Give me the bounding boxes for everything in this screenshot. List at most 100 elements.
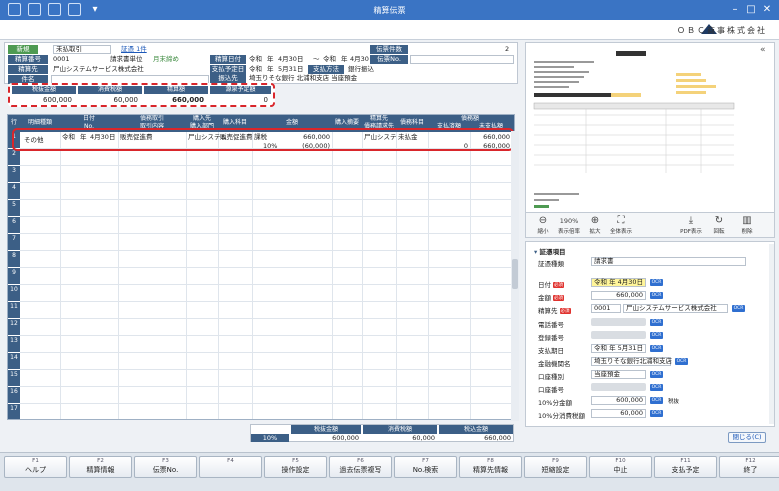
acct-type-label: 口座種別 — [538, 373, 564, 381]
row-number: 2 — [8, 149, 20, 165]
pdf-view-button[interactable]: ⤓ PDF表示 — [676, 215, 706, 235]
pay-date-input[interactable]: 令和 年 5月31日 — [591, 344, 646, 353]
fit-page-button[interactable]: ⛶ 全体表示 — [606, 215, 636, 235]
fkey-f7-button[interactable]: F7 No.検索 — [394, 456, 457, 478]
attachment-link[interactable]: 証憑 1件 — [121, 45, 147, 54]
date-label: 日付 必須 — [538, 281, 564, 289]
minimize-icon[interactable]: – — [728, 3, 742, 17]
reg-number-input[interactable] — [591, 331, 646, 339]
date-from-input[interactable]: 4月30日 — [278, 55, 303, 64]
delete-button[interactable]: ▥ 削除 — [732, 215, 762, 235]
title-bar: ▾ 精算伝票 – □ ✕ — [0, 0, 779, 20]
column-divider — [118, 132, 119, 419]
grid-scrollbar[interactable] — [511, 131, 519, 421]
fkey-f8-button[interactable]: F8 精算先情報 — [459, 456, 522, 478]
fkey-f11-button[interactable]: F11 支払予定 — [654, 456, 717, 478]
reg-number-label: 登録番号 — [538, 334, 564, 342]
row-divider — [20, 233, 514, 234]
row-divider — [20, 301, 514, 302]
acct-type-select[interactable]: 当座預金 — [591, 370, 646, 379]
voucher-count-label: 伝票件数 — [370, 45, 408, 54]
row-number: 6 — [8, 217, 20, 233]
total-value: 600,000 — [43, 96, 72, 104]
date-input[interactable]: 令和 年 4月30日 — [591, 278, 646, 287]
highlight-row-box — [12, 128, 514, 151]
rotate-button[interactable]: ↻ 回転 — [704, 215, 734, 235]
voucher-no-input[interactable] — [410, 55, 514, 64]
payee-code-input[interactable]: 0001 — [591, 304, 621, 313]
close-button[interactable]: 閉じる(C) — [728, 432, 766, 443]
pay-method-value[interactable]: 銀行振込 — [348, 65, 374, 74]
bank-input[interactable]: 埼玉りそな銀行北浦和支店 — [591, 357, 672, 366]
pay-type-select[interactable]: 未払取引 — [53, 45, 111, 54]
col-header: 消費税額 — [363, 425, 437, 434]
column-divider — [332, 132, 333, 419]
acct-no-label: 口座番号 — [538, 386, 564, 394]
doc-type-select[interactable]: 請求書 — [591, 257, 746, 266]
seisan-saki-value[interactable]: 尸山システムサービス株式会社 — [53, 65, 144, 74]
fkey-f2-button[interactable]: F2 精算情報 — [69, 456, 132, 478]
row-divider — [20, 403, 514, 404]
ocr-badge: OCR — [675, 358, 688, 365]
amt10-input[interactable]: 600,000 — [591, 396, 646, 405]
window-title: 精算伝票 — [373, 6, 406, 15]
row-number: 17 — [8, 404, 20, 419]
fkey-f9-button[interactable]: F9 短縮設定 — [524, 456, 587, 478]
total-header: 源泉予定額 — [210, 86, 271, 94]
ocr-badge: OCR — [650, 371, 663, 378]
fkey-f1-button[interactable]: F1 ヘルプ — [4, 456, 67, 478]
column-divider — [470, 132, 471, 419]
detail-grid[interactable]: 行 明細種類 日付 No. 債務取引 取引内容 購入先 購入部門 購入科目 金額… — [7, 114, 515, 420]
col-header: 金額 — [285, 119, 298, 126]
col-header: 債務取引 — [139, 115, 164, 122]
panel-scrollbar[interactable] — [769, 244, 774, 424]
gross-total: 660,000 — [484, 434, 511, 442]
fkey-f6-button[interactable]: F6 過去伝票複写 — [329, 456, 392, 478]
acct-no-input[interactable] — [591, 383, 646, 391]
section-title[interactable]: ▾ 証憑項目 — [534, 246, 566, 256]
era-text: 令和 — [249, 65, 262, 73]
row-number: 5 — [8, 200, 20, 216]
collapse-icon[interactable]: « — [760, 45, 772, 57]
pay-date-label: 支払予定日 — [210, 65, 246, 74]
voucher-header-form: 新規 未払取引 証憑 1件 精算番号 0001 請求書単位 月末締め 精算先 尸… — [4, 42, 518, 84]
bank-label: 金融機関名 — [538, 360, 571, 368]
maximize-icon[interactable]: □ — [744, 3, 758, 17]
fkey-f3-button[interactable]: F3 伝票No. — [134, 456, 197, 478]
fkey-f4-button[interactable]: F4 — [199, 456, 262, 478]
seisan-number-label: 精算番号 — [8, 55, 48, 64]
tax10-label: 10%分消費税額 — [538, 412, 585, 420]
amt10-label: 10%分金額 — [538, 399, 572, 407]
close-icon[interactable]: ✕ — [760, 3, 774, 17]
pay-date-input[interactable]: 5月31日 — [278, 65, 303, 74]
row-number: 10 — [8, 285, 20, 301]
column-divider — [60, 132, 61, 419]
row-number: 12 — [8, 319, 20, 335]
ocr-badge: OCR — [650, 397, 663, 404]
net-total: 600,000 — [332, 434, 359, 442]
fkey-f10-button[interactable]: F10 中止 — [589, 456, 652, 478]
amount-input[interactable]: 660,000 — [591, 291, 646, 300]
col-header: 精算先 — [369, 115, 388, 122]
fkey-f5-button[interactable]: F5 操作設定 — [264, 456, 327, 478]
document-preview[interactable]: « — [525, 42, 775, 237]
tax-total: 60,000 — [412, 434, 435, 442]
row-divider — [20, 335, 514, 336]
era-text: 令和 — [323, 55, 336, 63]
row-divider — [20, 182, 514, 183]
function-key-bar: F1 ヘルプ F2 精算情報 F3 伝票No. F4 F5 操作設定 F6 過去伝票複写 F7 No.検… — [0, 452, 779, 491]
scroll-thumb[interactable] — [512, 259, 518, 289]
column-divider — [396, 132, 397, 419]
row-divider — [20, 199, 514, 200]
col-header: 購入摘要 — [334, 119, 359, 126]
payee-name-input[interactable]: 尸山システムサービス株式会社 — [623, 304, 728, 313]
ocr-badge: OCR — [650, 319, 663, 326]
ocr-badge: OCR — [650, 345, 663, 352]
furikomi-value[interactable]: 埼玉りそな銀行 北浦和支店 当座預金 — [249, 74, 357, 83]
row-number: 8 — [8, 251, 20, 267]
total-value: 60,000 — [113, 96, 139, 104]
col-header: 購入先 — [192, 115, 211, 122]
fkey-f12-button[interactable]: F12 終了 — [719, 456, 779, 478]
tax10-input[interactable]: 60,000 — [591, 409, 646, 418]
phone-input[interactable] — [591, 318, 646, 326]
